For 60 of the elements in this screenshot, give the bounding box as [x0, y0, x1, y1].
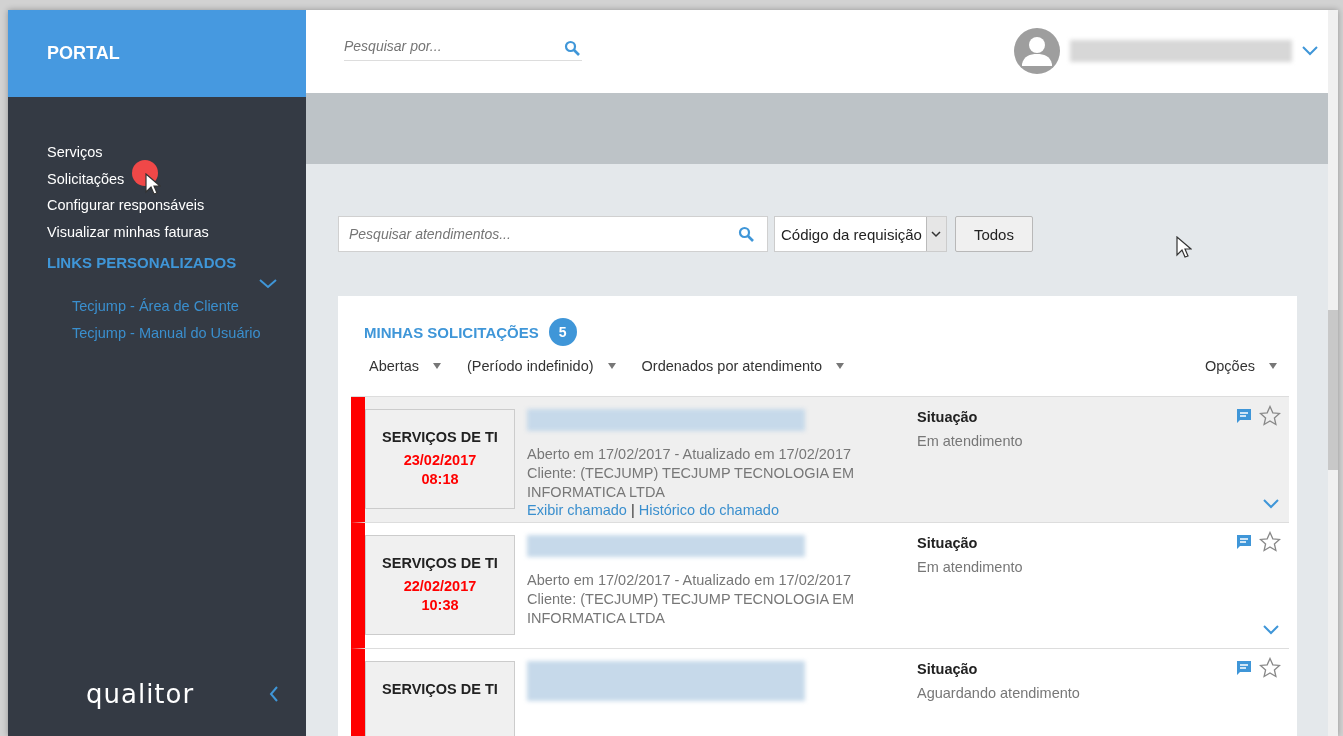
comment-icon[interactable] [1235, 533, 1253, 551]
all-button[interactable]: Todos [954, 216, 1033, 252]
portal-title: PORTAL [47, 43, 120, 64]
star-icon[interactable] [1259, 531, 1281, 553]
caret-icon [1269, 363, 1277, 369]
select-field[interactable]: Código da requisição [774, 216, 947, 252]
situation-label: Situação [917, 535, 979, 551]
due-time: 10:38 [421, 596, 459, 615]
filter-dropdown[interactable]: Ordenados por atendimento [641, 358, 845, 374]
category-label: SERVIÇOS DE TI [382, 429, 498, 445]
category-label: SERVIÇOS DE TI [382, 555, 498, 571]
chevron-down-icon[interactable] [1263, 625, 1279, 635]
search-field[interactable]: Pesquisar atendimentos... [338, 216, 768, 252]
status-text: Em atendimento [917, 433, 1024, 449]
caret-icon [607, 363, 616, 369]
scrollbar[interactable] [1328, 10, 1338, 736]
ticket-row[interactable]: SERVIÇOS DE TI 22/02/2017 10:38 Aberto em 17/02/2017 - Atualizado em 17/02/2017 Cliente: (TECJUMP) TECJUMP TECNOLOGIA EM INFORMATICA LTDA Situação Em atendimento [351, 523, 1289, 649]
caret-icon [836, 363, 845, 369]
card-title: MINHAS SOLICITAÇÕES [364, 323, 539, 341]
options-dropdown[interactable]: Opções [1205, 358, 1277, 374]
comment-icon[interactable] [1235, 659, 1253, 677]
count-badge: 5 [548, 318, 577, 346]
filter-dropdown[interactable]: (Período indefinido) [467, 358, 616, 374]
filter-dropdown[interactable]: Abertas [369, 358, 441, 374]
star-icon[interactable] [1259, 657, 1281, 679]
ticket-row[interactable]: SERVIÇOS DE TI 23/02/2017 08:18 Aberto em 17/02/2017 - Atualizado em 17/02/2017 Cliente: (TECJUMP) TECJUMP TECNOLOGIA EM INFORMATICA LTDA Exibir chamado | Histórico do chamado Situação Em atendimento [351, 397, 1289, 523]
star-icon[interactable] [1259, 405, 1281, 427]
cursor-icon [145, 173, 161, 197]
search-field[interactable]: Pesquisar por... [344, 37, 582, 61]
category-label: SERVIÇOS DE TI [382, 681, 498, 697]
avatar-icon[interactable] [1014, 28, 1060, 75]
sidebar-item[interactable]: Serviços [47, 139, 103, 166]
comment-icon[interactable] [1235, 407, 1253, 425]
logo: qualitor [86, 679, 196, 709]
ticket-client: Cliente: (TECJUMP) TECJUMP TECNOLOGIA EM INFORMATICA LTDA [527, 464, 856, 502]
caret-icon [433, 363, 441, 369]
due-date: 23/02/2017 [403, 451, 477, 470]
due-date: 22/02/2017 [403, 577, 477, 596]
status-text: Aguardando atendimento [917, 685, 1081, 701]
section-title: LINKS PERSONALIZADOS [47, 253, 237, 271]
due-time: 08:18 [421, 470, 459, 489]
situation-label: Situação [917, 661, 979, 677]
cursor-icon [1176, 236, 1192, 260]
situation-label: Situação [917, 409, 979, 425]
chevron-left-icon[interactable] [269, 686, 279, 702]
link-separator: | [630, 502, 635, 518]
chevron-down-icon[interactable] [1263, 499, 1279, 509]
chevron-down-icon[interactable] [1302, 46, 1318, 57]
chevron-down-icon[interactable] [259, 278, 277, 289]
status-text: Em atendimento [917, 559, 1024, 575]
sidebar-item[interactable]: Solicitações [47, 165, 125, 193]
ticket-dates: Aberto em 17/02/2017 - Atualizado em 17/02/2017 [527, 571, 853, 590]
chevron-down-icon [931, 230, 942, 238]
search-icon[interactable] [738, 226, 754, 242]
search-icon[interactable] [564, 39, 580, 56]
ticket-client: Cliente: (TECJUMP) TECJUMP TECNOLOGIA EM INFORMATICA LTDA [527, 590, 856, 628]
scrollbar-thumb[interactable] [1328, 310, 1338, 470]
sidebar-item[interactable]: Visualizar minhas faturas [47, 219, 209, 246]
ticket-dates: Aberto em 17/02/2017 - Atualizado em 17/02/2017 [527, 445, 853, 464]
sidebar-item[interactable]: Configurar responsáveis [47, 192, 205, 220]
